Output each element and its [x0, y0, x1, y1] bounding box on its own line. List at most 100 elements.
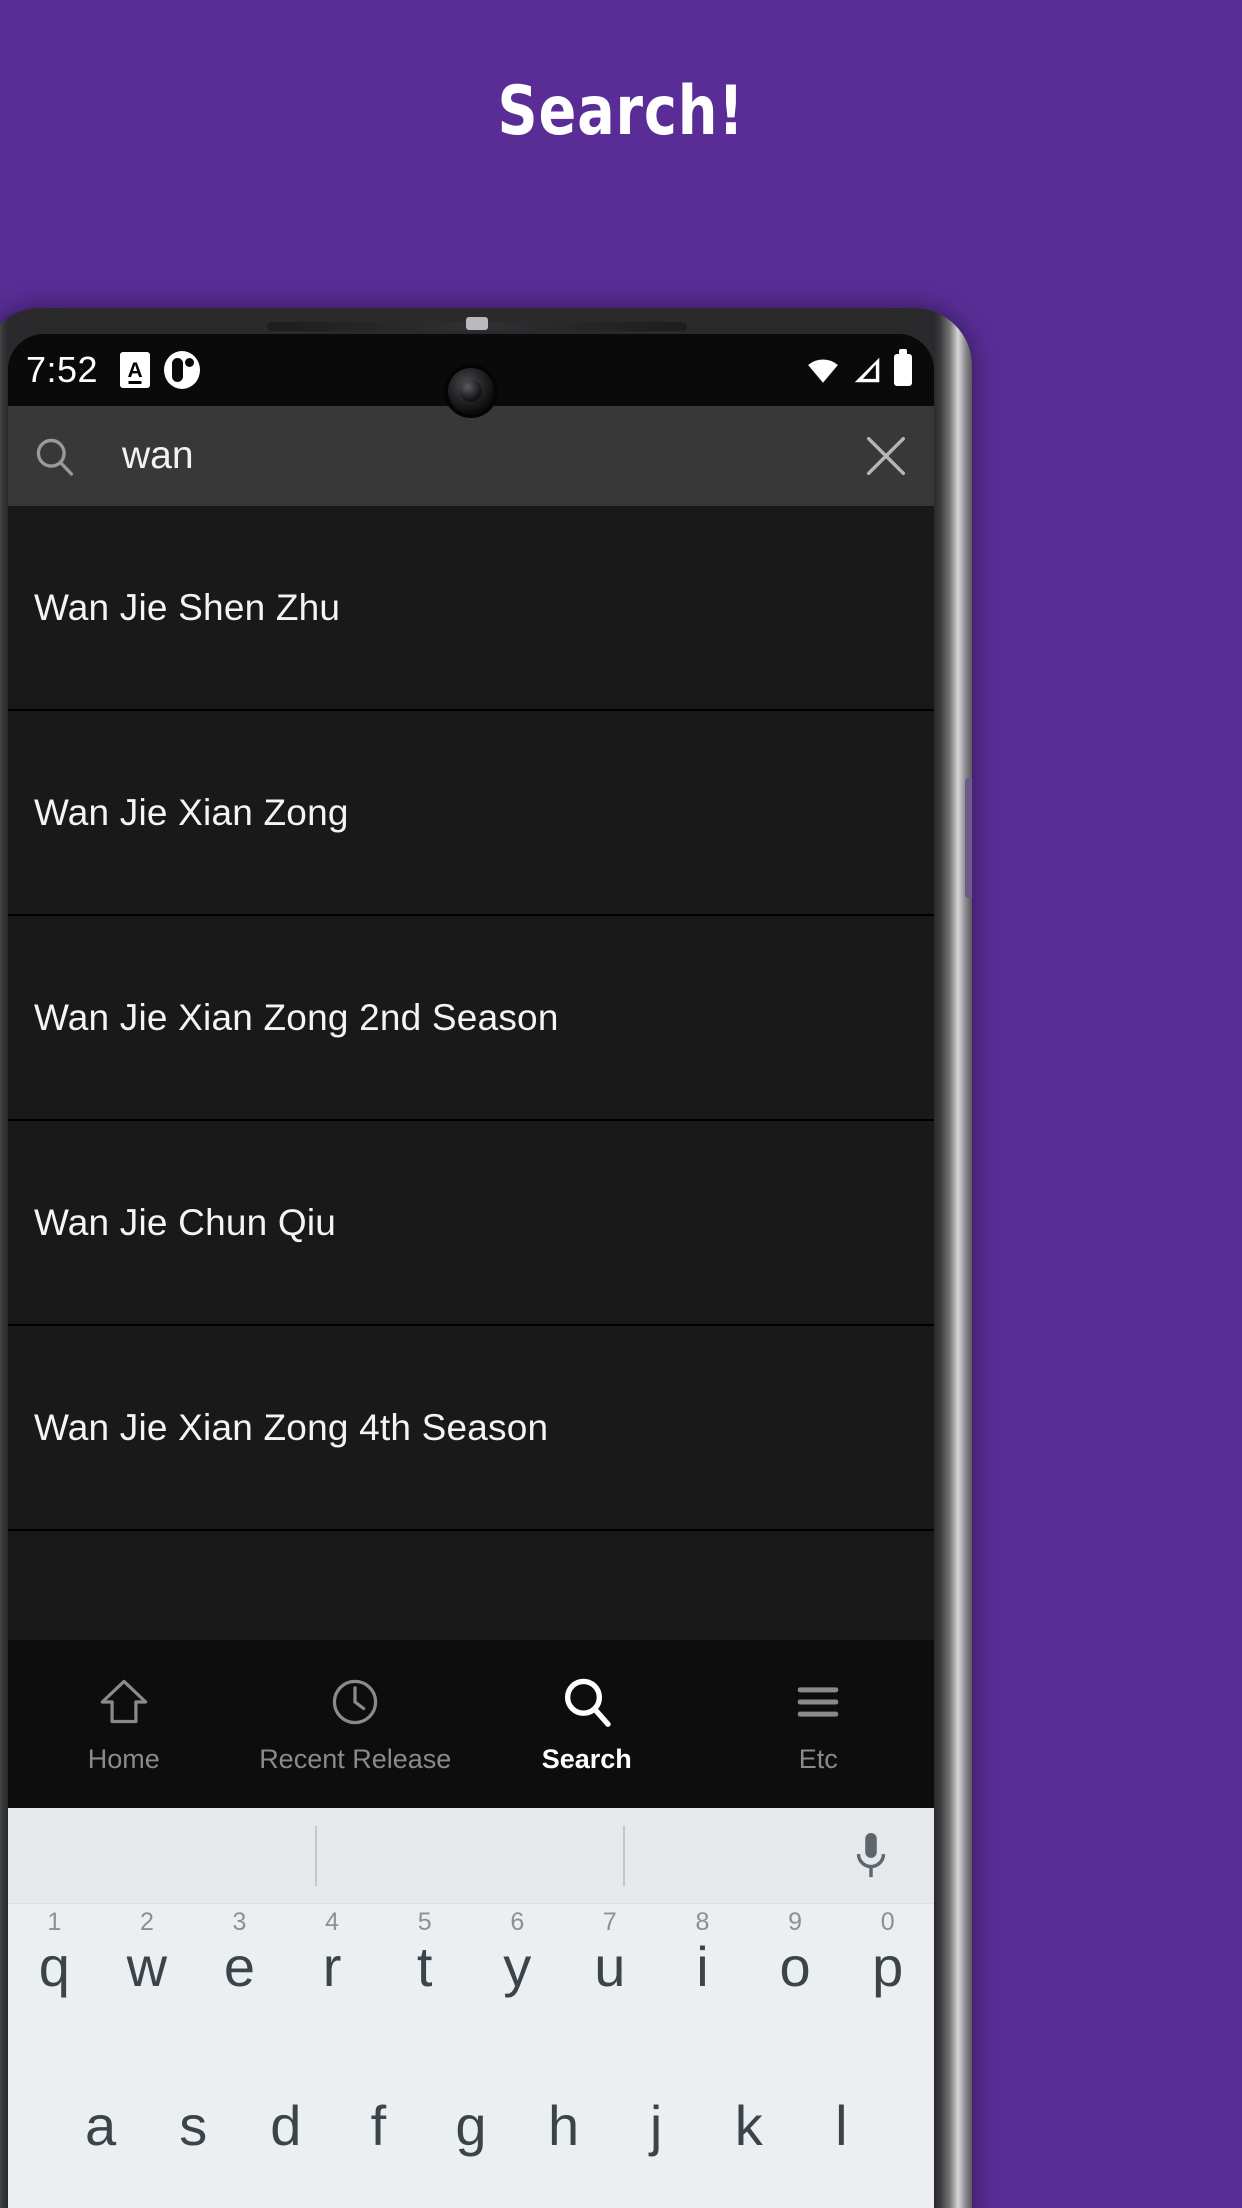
key-hint-number: 2 — [139, 1908, 154, 1936]
hamburger-menu-icon — [791, 1674, 845, 1730]
key-label: k — [734, 2094, 763, 2157]
clock-icon — [329, 1674, 381, 1730]
key-l[interactable]: l — [795, 2094, 888, 2157]
search-result-title: Wan Jie Xian Zong 2nd Season — [34, 996, 559, 1038]
key-hint-number: 7 — [602, 1908, 617, 1936]
nav-item-search[interactable]: Search — [471, 1674, 703, 1775]
key-label: l — [835, 2094, 848, 2157]
search-result-row[interactable]: Wan Jie Chun Qiu — [8, 1121, 934, 1326]
promo-headline: Search! — [497, 72, 745, 151]
key-a[interactable]: a — [54, 2094, 147, 2157]
key-hint-number: 8 — [695, 1908, 710, 1936]
key-hint-number: 6 — [510, 1908, 525, 1936]
home-icon — [98, 1674, 150, 1730]
search-result-row[interactable]: Wan Jie Xian Zong 4th Season — [8, 1326, 934, 1531]
key-hint-number: 1 — [47, 1908, 62, 1936]
status-notification-icons: A — [120, 351, 201, 389]
key-label: u — [594, 1935, 626, 1998]
key-p[interactable]: 0 p — [841, 1910, 934, 1997]
search-input[interactable]: wan — [98, 434, 838, 478]
key-o[interactable]: 9 o — [749, 1910, 842, 1997]
bottom-navigation-bar: Home Recent Release Search Etc — [8, 1640, 934, 1808]
key-k[interactable]: k — [702, 2094, 795, 2157]
key-label: t — [416, 1935, 433, 1998]
key-q[interactable]: 1 q — [8, 1910, 101, 1997]
search-result-title: Wan Jie Xian Zong — [34, 791, 349, 833]
key-h[interactable]: h — [517, 2094, 610, 2157]
key-label: r — [322, 1935, 342, 1998]
key-label: a — [85, 2094, 117, 2157]
phone-screen: 7:52 A wan Wan Jie Shen Zhu Wan Jie Xian… — [8, 334, 934, 2208]
key-label: h — [547, 2094, 580, 2157]
keyboard-row-1[interactable]: 1 q 2 w 3 e 4 r 5 t 6 y 7 u 8 i 9 o 0 p — [8, 1904, 934, 2081]
key-label: p — [872, 1935, 904, 1998]
onscreen-keyboard[interactable]: 1 q 2 w 3 e 4 r 5 t 6 y 7 u 8 i 9 o 0 p … — [8, 1808, 934, 2208]
phone-device-frame: 7:52 A wan Wan Jie Shen Zhu Wan Jie Xian… — [0, 308, 972, 2208]
key-hint-number: 3 — [232, 1908, 247, 1936]
key-label: j — [649, 2094, 663, 2157]
suggestion-slot-2[interactable] — [317, 1808, 626, 1903]
key-label: d — [270, 2094, 302, 2157]
key-label: w — [126, 1935, 168, 1998]
key-label: f — [370, 2094, 387, 2157]
key-label: o — [779, 1935, 811, 1998]
key-y[interactable]: 6 y — [471, 1910, 564, 1997]
keyboard-row-2[interactable]: a s d f g h j k l — [8, 2081, 934, 2208]
search-result-title: Wan Jie Xian Zong 4th Season — [34, 1406, 549, 1448]
key-g[interactable]: g — [425, 2094, 518, 2157]
key-e[interactable]: 3 e — [193, 1910, 286, 1997]
keyboard-suggestion-strip[interactable] — [8, 1808, 934, 1904]
nav-item-home[interactable]: Home — [8, 1674, 240, 1775]
key-hint-number: 5 — [417, 1908, 432, 1936]
microphone-icon[interactable] — [848, 1828, 894, 1884]
key-label: g — [455, 2094, 487, 2157]
nav-label-search: Search — [541, 1743, 632, 1774]
search-result-title: Wan Jie Shen Zhu — [34, 586, 341, 628]
side-power-button[interactable] — [965, 778, 972, 898]
key-r[interactable]: 4 r — [286, 1910, 379, 1997]
key-s[interactable]: s — [147, 2094, 240, 2157]
key-hint-number: 4 — [325, 1908, 340, 1936]
nav-item-etc[interactable]: Etc — [703, 1674, 935, 1775]
cellular-signal-icon — [854, 357, 880, 383]
key-hint-number: 9 — [788, 1908, 802, 1936]
key-label: s — [179, 2094, 208, 2157]
key-j[interactable]: j — [610, 2094, 703, 2157]
notification-circle-icon — [164, 351, 201, 389]
key-u[interactable]: 7 u — [564, 1910, 657, 1997]
status-clock: 7:52 — [26, 349, 99, 390]
wifi-icon — [808, 359, 838, 383]
status-system-icons — [806, 354, 912, 386]
key-label: e — [223, 1935, 256, 1998]
search-results-list[interactable]: Wan Jie Shen Zhu Wan Jie Xian Zong Wan J… — [8, 506, 934, 1640]
search-result-row[interactable]: Wan Jie Xian Zong — [8, 711, 934, 916]
suggestion-slot-1[interactable] — [8, 1808, 317, 1903]
nav-item-recent-release[interactable]: Recent Release — [240, 1674, 472, 1775]
key-f[interactable]: f — [332, 2094, 425, 2157]
earpiece-sensor — [466, 317, 488, 330]
key-label: q — [38, 1935, 70, 1998]
notification-a-icon: A — [120, 352, 151, 388]
close-icon[interactable] — [860, 430, 912, 482]
key-w[interactable]: 2 w — [101, 1910, 194, 1997]
search-icon — [36, 438, 74, 476]
battery-icon — [894, 354, 912, 386]
nav-label-home: Home — [87, 1743, 160, 1774]
key-label: i — [696, 1935, 709, 1998]
search-result-row[interactable]: Wan Jie Xian Zong 2nd Season — [8, 916, 934, 1121]
search-bar[interactable]: wan — [8, 406, 934, 506]
search-icon — [559, 1674, 615, 1730]
nav-label-recent-release: Recent Release — [259, 1743, 452, 1774]
key-label: y — [503, 1935, 532, 1998]
key-d[interactable]: d — [239, 2094, 332, 2157]
front-camera-punchhole — [448, 368, 494, 414]
search-result-row-partial[interactable] — [8, 1531, 934, 1640]
status-bar: 7:52 A — [8, 334, 934, 414]
key-hint-number: 0 — [880, 1908, 895, 1936]
key-i[interactable]: 8 i — [656, 1910, 749, 1997]
promo-screenshot: Search! 7:52 A wan Wan Jie Shen Zhu Wan … — [0, 0, 1242, 2208]
search-result-row[interactable]: Wan Jie Shen Zhu — [8, 506, 934, 711]
key-t[interactable]: 5 t — [378, 1910, 471, 1997]
search-result-title: Wan Jie Chun Qiu — [34, 1201, 337, 1243]
nav-label-etc: Etc — [798, 1743, 838, 1774]
